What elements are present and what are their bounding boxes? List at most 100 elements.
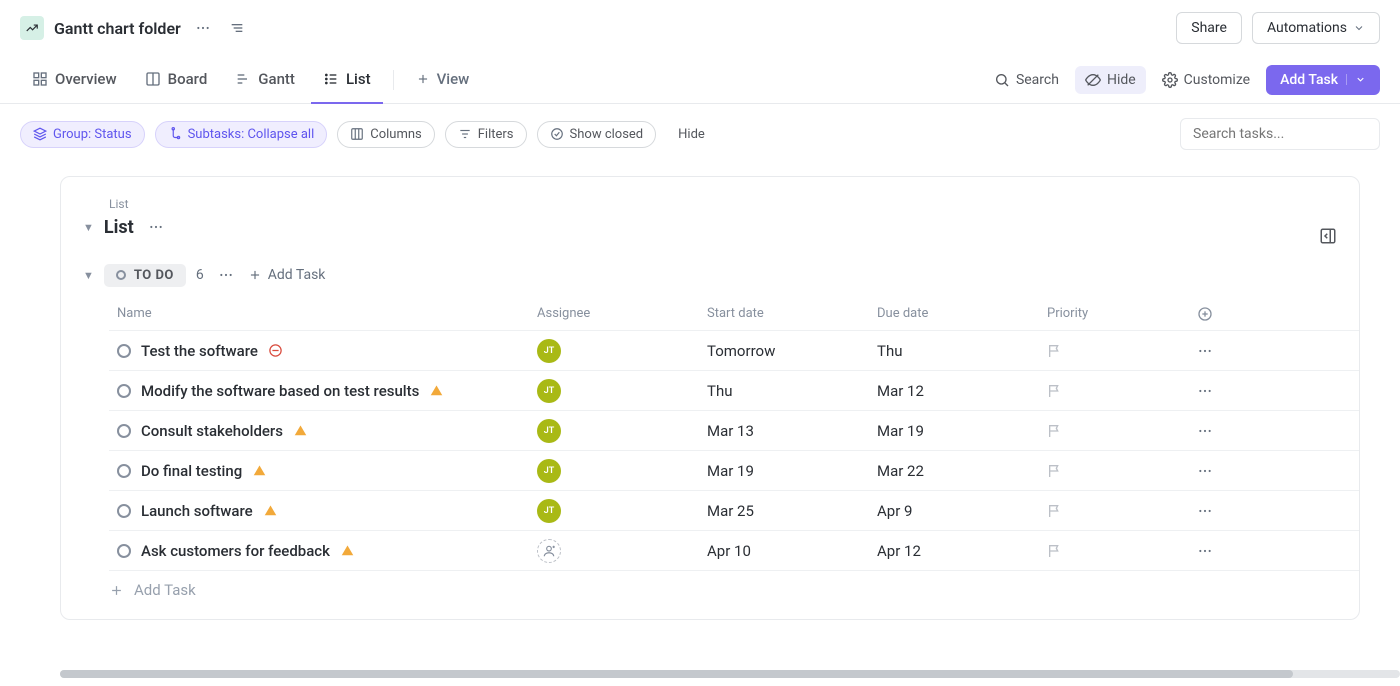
table-row[interactable]: Consult stakeholders JT Mar 13 Mar 19 — [109, 411, 1359, 451]
task-name-cell[interactable]: Test the software — [109, 342, 529, 360]
due-date-cell[interactable]: Mar 12 — [869, 382, 1039, 400]
horizontal-scrollbar[interactable] — [60, 670, 1400, 678]
folder-more-icon[interactable] — [191, 16, 215, 40]
assignee-cell[interactable]: JT — [529, 379, 699, 403]
start-date-cell[interactable]: Mar 19 — [699, 462, 869, 480]
flag-icon — [1047, 383, 1063, 399]
task-name-cell[interactable]: Consult stakeholders — [109, 422, 529, 440]
due-date-cell[interactable]: Apr 9 — [869, 502, 1039, 520]
row-more-button[interactable] — [1189, 463, 1249, 479]
assignee-empty[interactable] — [537, 539, 561, 563]
assignee-avatar[interactable]: JT — [537, 499, 561, 523]
col-assignee[interactable]: Assignee — [529, 306, 699, 321]
assignee-cell[interactable]: JT — [529, 419, 699, 443]
priority-cell[interactable] — [1039, 423, 1189, 439]
table-row[interactable]: Ask customers for feedback Apr 10 Apr 12 — [109, 531, 1359, 571]
collapse-tree-icon[interactable] — [225, 16, 249, 40]
task-name-cell[interactable]: Ask customers for feedback — [109, 542, 529, 560]
assignee-avatar[interactable]: JT — [537, 459, 561, 483]
due-date-cell[interactable]: Thu — [869, 342, 1039, 360]
chip-subtasks[interactable]: Subtasks: Collapse all — [155, 121, 328, 148]
hide-label: Hide — [1107, 72, 1136, 88]
col-name[interactable]: Name — [109, 306, 529, 321]
plus-icon — [248, 268, 262, 282]
add-column-button[interactable] — [1189, 306, 1249, 322]
col-due[interactable]: Due date — [869, 306, 1039, 321]
row-more-button[interactable] — [1189, 343, 1249, 359]
tab-list[interactable]: List — [311, 56, 383, 104]
status-pill[interactable]: TO DO — [104, 264, 186, 287]
task-name-cell[interactable]: Do final testing — [109, 462, 529, 480]
scrollbar-thumb[interactable] — [60, 670, 1293, 678]
automations-button[interactable]: Automations — [1252, 12, 1380, 44]
chip-show-closed[interactable]: Show closed — [537, 121, 657, 148]
due-date-cell[interactable]: Mar 22 — [869, 462, 1039, 480]
breadcrumb[interactable]: List — [109, 197, 1359, 211]
assignee-cell[interactable]: JT — [529, 459, 699, 483]
task-name-cell[interactable]: Launch software — [109, 502, 529, 520]
task-name-cell[interactable]: Modify the software based on test result… — [109, 382, 529, 400]
priority-cell[interactable] — [1039, 383, 1189, 399]
search-button[interactable]: Search — [984, 66, 1069, 94]
priority-cell[interactable] — [1039, 503, 1189, 519]
assignee-avatar[interactable]: JT — [537, 339, 561, 363]
start-date-cell[interactable]: Mar 25 — [699, 502, 869, 520]
add-task-button[interactable]: Add Task — [1266, 65, 1380, 95]
status-circle-icon[interactable] — [117, 504, 131, 518]
col-priority[interactable]: Priority — [1039, 306, 1189, 321]
priority-cell[interactable] — [1039, 543, 1189, 559]
add-task-chevron[interactable] — [1346, 74, 1366, 85]
list-title[interactable]: List — [104, 217, 134, 238]
assignee-avatar[interactable]: JT — [537, 379, 561, 403]
assignee-cell[interactable]: JT — [529, 499, 699, 523]
status-circle-icon[interactable] — [117, 544, 131, 558]
chip-filters[interactable]: Filters — [445, 121, 527, 148]
chip-columns[interactable]: Columns — [337, 121, 435, 148]
status-circle-icon[interactable] — [117, 344, 131, 358]
hide-button[interactable]: Hide — [1075, 66, 1146, 94]
row-more-button[interactable] — [1189, 423, 1249, 439]
chevron-down-icon — [1355, 74, 1366, 85]
start-date-cell[interactable]: Apr 10 — [699, 542, 869, 560]
group-more-icon[interactable] — [214, 263, 238, 287]
group-add-task[interactable]: Add Task — [248, 267, 326, 283]
share-button[interactable]: Share — [1176, 12, 1242, 44]
tab-board[interactable]: Board — [133, 56, 220, 104]
due-date-cell[interactable]: Mar 19 — [869, 422, 1039, 440]
start-date-cell[interactable]: Tomorrow — [699, 342, 869, 360]
group-collapse-caret[interactable]: ▼ — [83, 269, 94, 282]
assignee-cell[interactable] — [529, 539, 699, 563]
start-date-cell[interactable]: Mar 13 — [699, 422, 869, 440]
panel-collapse-icon[interactable] — [1319, 227, 1337, 245]
group-add-task-label: Add Task — [268, 267, 326, 283]
chip-subtasks-label: Subtasks: Collapse all — [188, 127, 315, 142]
table-row[interactable]: Test the software JT Tomorrow Thu — [109, 331, 1359, 371]
row-more-button[interactable] — [1189, 543, 1249, 559]
list-collapse-caret[interactable]: ▼ — [83, 221, 94, 234]
chip-group[interactable]: Group: Status — [20, 121, 145, 148]
table-row[interactable]: Launch software JT Mar 25 Apr 9 — [109, 491, 1359, 531]
search-tasks-input[interactable] — [1180, 118, 1380, 150]
status-circle-icon[interactable] — [117, 424, 131, 438]
priority-cell[interactable] — [1039, 343, 1189, 359]
assignee-cell[interactable]: JT — [529, 339, 699, 363]
assignee-avatar[interactable]: JT — [537, 419, 561, 443]
row-more-button[interactable] — [1189, 383, 1249, 399]
customize-button[interactable]: Customize — [1152, 66, 1260, 94]
due-date-cell[interactable]: Apr 12 — [869, 542, 1039, 560]
priority-cell[interactable] — [1039, 463, 1189, 479]
row-more-button[interactable] — [1189, 503, 1249, 519]
tab-gantt[interactable]: Gantt — [223, 56, 307, 104]
status-circle-icon[interactable] — [117, 384, 131, 398]
tab-overview[interactable]: Overview — [20, 56, 129, 104]
start-date-cell[interactable]: Thu — [699, 382, 869, 400]
add-task-row[interactable]: Add Task — [61, 571, 1359, 599]
col-start[interactable]: Start date — [699, 306, 869, 321]
tab-add-view[interactable]: View — [404, 56, 482, 104]
chip-hide[interactable]: Hide — [666, 122, 717, 147]
folder-title[interactable]: Gantt chart folder — [54, 19, 181, 38]
table-row[interactable]: Modify the software based on test result… — [109, 371, 1359, 411]
status-circle-icon[interactable] — [117, 464, 131, 478]
table-row[interactable]: Do final testing JT Mar 19 Mar 22 — [109, 451, 1359, 491]
list-more-icon[interactable] — [144, 215, 168, 239]
